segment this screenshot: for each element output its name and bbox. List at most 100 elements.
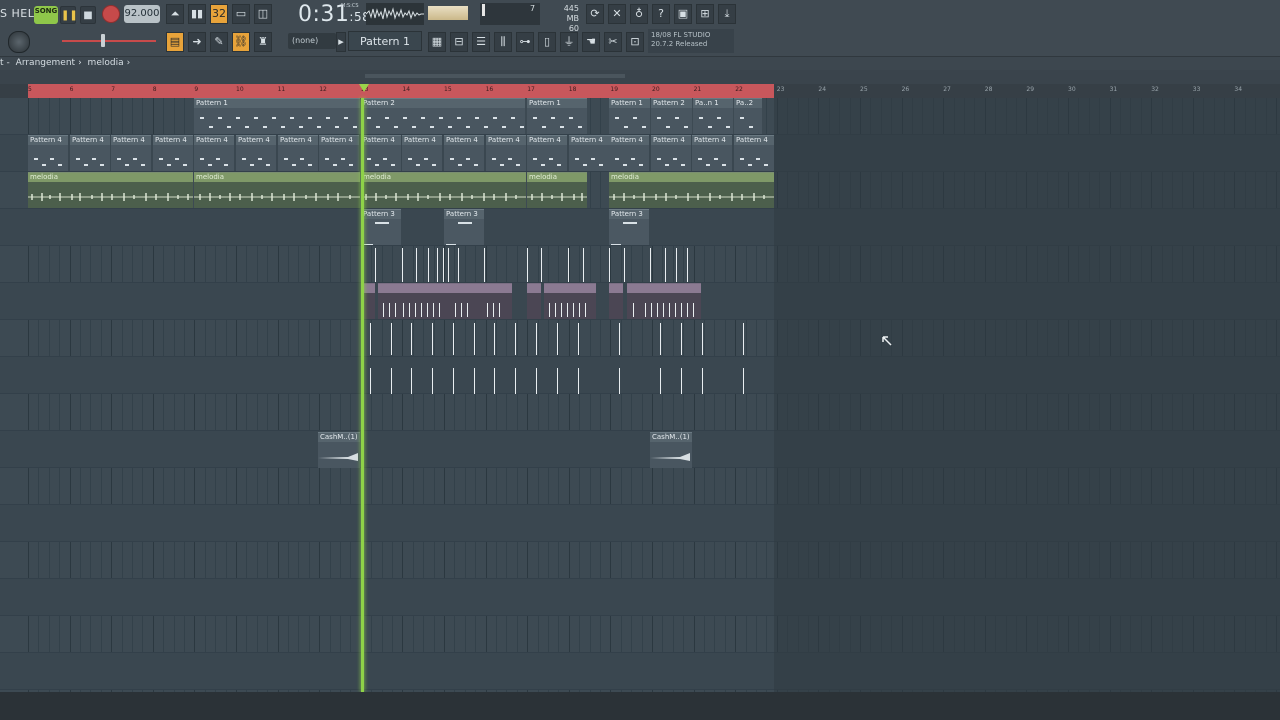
ruler-bar-number: 27: [943, 86, 951, 93]
plug-icon: ⏚: [563, 35, 575, 48]
audio-clip-melodia[interactable]: melodia: [28, 172, 193, 208]
audio-clip-melodia[interactable]: melodia: [361, 172, 526, 208]
time-display[interactable]: 0:31:58: [298, 2, 370, 27]
pattern-clip[interactable]: Pa..2: [734, 98, 762, 134]
paint-tool-button[interactable]: ♜: [254, 32, 272, 52]
pattern-prev-button[interactable]: ▸: [336, 32, 346, 52]
drum-clip[interactable]: [527, 283, 541, 319]
loop-region[interactable]: [28, 84, 774, 98]
song-mode-toggle[interactable]: SONG: [34, 6, 58, 24]
pattern-clip[interactable]: Pattern 4: [153, 135, 193, 171]
pattern-clip[interactable]: Pa..n 1: [693, 98, 733, 134]
audio-clip-melodia[interactable]: melodia: [527, 172, 587, 208]
breadcrumb-part-3[interactable]: melodia: [88, 58, 124, 68]
mixer-button[interactable]: ⫼: [494, 32, 512, 52]
pattern-clip[interactable]: Pattern 4: [692, 135, 732, 171]
breadcrumb-part-2[interactable]: Arrangement: [16, 58, 75, 68]
pattern-selector[interactable]: Pattern 1: [348, 31, 422, 51]
pattern-clip[interactable]: Pattern 4: [236, 135, 276, 171]
metronome-button[interactable]: ⏶: [166, 4, 184, 24]
wait-input-button[interactable]: ▮▮: [188, 4, 206, 24]
playhead-marker[interactable]: [359, 84, 369, 92]
channel-rack-button[interactable]: ▦: [428, 32, 446, 52]
time-unit-label: M:S:CS: [341, 3, 359, 9]
playlist-tracks[interactable]: Pattern 1 Pattern 2 Pattern 1 Pattern 1 …: [0, 98, 1280, 692]
loop-record-button[interactable]: ◫: [254, 4, 272, 24]
pattern-clip[interactable]: Pattern 4: [278, 135, 318, 171]
drum-hit: [579, 303, 580, 317]
record-button[interactable]: [102, 5, 120, 23]
timeline-ruler[interactable]: 5 6 7 8 9 10 11 12 13 14 15 16 17 18 19 20 21 22 23 24 25 26 2…: [0, 84, 1280, 98]
draw-tool-button[interactable]: ✎: [210, 32, 228, 52]
tools-button[interactable]: ✕: [608, 4, 626, 24]
pattern-clip[interactable]: Pattern 4: [651, 135, 691, 171]
pattern-clip[interactable]: Pattern 4: [361, 135, 401, 171]
stop-button[interactable]: ■: [80, 6, 96, 24]
master-pitch-handle[interactable]: [101, 34, 105, 47]
pattern-clip[interactable]: Pattern 1: [194, 98, 360, 134]
drum-clip[interactable]: [627, 283, 701, 319]
pattern-clip[interactable]: Pattern 4: [194, 135, 234, 171]
mic-button[interactable]: ♁: [630, 4, 648, 24]
audio-clip-melodia[interactable]: melodia: [194, 172, 360, 208]
browser-button[interactable]: ☰: [472, 32, 490, 52]
pattern-clip[interactable]: Pattern 3: [361, 209, 401, 245]
clipboard-button[interactable]: ▯: [538, 32, 556, 52]
pattern-clip[interactable]: Pattern 4: [444, 135, 484, 171]
pattern-clip[interactable]: Pattern 4: [319, 135, 359, 171]
pattern-clip[interactable]: Pattern 4: [111, 135, 151, 171]
drum-hit: [494, 323, 495, 355]
pattern-clip[interactable]: Pattern 4: [70, 135, 110, 171]
drum-clip[interactable]: [544, 283, 596, 319]
snap-dropdown[interactable]: (none): [288, 33, 336, 49]
step-edit-button[interactable]: 32: [210, 4, 228, 24]
undo-button[interactable]: ⟳: [586, 4, 604, 24]
note-bar: [657, 158, 661, 160]
drum-hit: [567, 303, 568, 317]
project-tree-button[interactable]: ⊶: [516, 32, 534, 52]
master-volume-knob[interactable]: [8, 31, 30, 53]
playlist-overview[interactable]: [0, 70, 1280, 84]
audio-waveform: [28, 193, 193, 201]
master-pitch-slider[interactable]: [62, 40, 156, 42]
pattern-clip[interactable]: Pattern 1: [527, 98, 587, 134]
drum-clip[interactable]: [378, 283, 512, 319]
clip-label: CashM..(1): [652, 433, 690, 441]
audio-clip-cashm[interactable]: CashM..(1): [650, 432, 692, 468]
pattern-clip[interactable]: Pattern 4: [527, 135, 567, 171]
note-bar: [466, 126, 470, 128]
pattern-clip[interactable]: Pattern 2: [651, 98, 692, 134]
pause-button[interactable]: ❚❚: [60, 6, 78, 24]
pattern-clip[interactable]: Pattern 1: [609, 98, 650, 134]
midi-button[interactable]: ⊞: [696, 4, 714, 24]
link-tool-button[interactable]: ⛓: [232, 32, 250, 52]
drum-clip[interactable]: [609, 283, 623, 319]
ruler-bar-number: 24: [818, 86, 827, 93]
drum-hit: [443, 248, 444, 282]
pattern-clip[interactable]: Pattern 3: [609, 209, 649, 245]
pattern-clip[interactable]: Pattern 4: [609, 135, 649, 171]
save-button[interactable]: ▣: [674, 4, 692, 24]
download-button[interactable]: ⤓: [718, 4, 736, 24]
blend-notes-button[interactable]: ▭: [232, 4, 250, 24]
audio-clip-melodia[interactable]: melodia: [609, 172, 774, 208]
playlist-view-button[interactable]: ▤: [166, 32, 184, 52]
audio-clip-cashm[interactable]: CashM..(1): [318, 432, 360, 468]
pattern-clip[interactable]: Pattern 4: [569, 135, 609, 171]
piano-roll-button[interactable]: ⊟: [450, 32, 468, 52]
pattern-clip[interactable]: Pattern 4: [28, 135, 68, 171]
note-bar: [317, 126, 321, 128]
cart-button[interactable]: ⊡: [626, 32, 644, 52]
slice-button[interactable]: ✂: [604, 32, 622, 52]
touch-button[interactable]: ☚: [582, 32, 600, 52]
arrow-tool-button[interactable]: ➜: [188, 32, 206, 52]
pattern-clip[interactable]: Pattern 4: [486, 135, 526, 171]
pattern-clip[interactable]: Pattern 4: [402, 135, 442, 171]
clip-label: melodia: [196, 173, 225, 181]
pattern-clip[interactable]: Pattern 4: [734, 135, 774, 171]
tempo-display[interactable]: 92.000: [124, 5, 160, 23]
pattern-clip[interactable]: Pattern 3: [444, 209, 484, 245]
plugin-button[interactable]: ⏚: [560, 32, 578, 52]
help-button[interactable]: ?: [652, 4, 670, 24]
pattern-clip[interactable]: Pattern 2: [361, 98, 525, 134]
